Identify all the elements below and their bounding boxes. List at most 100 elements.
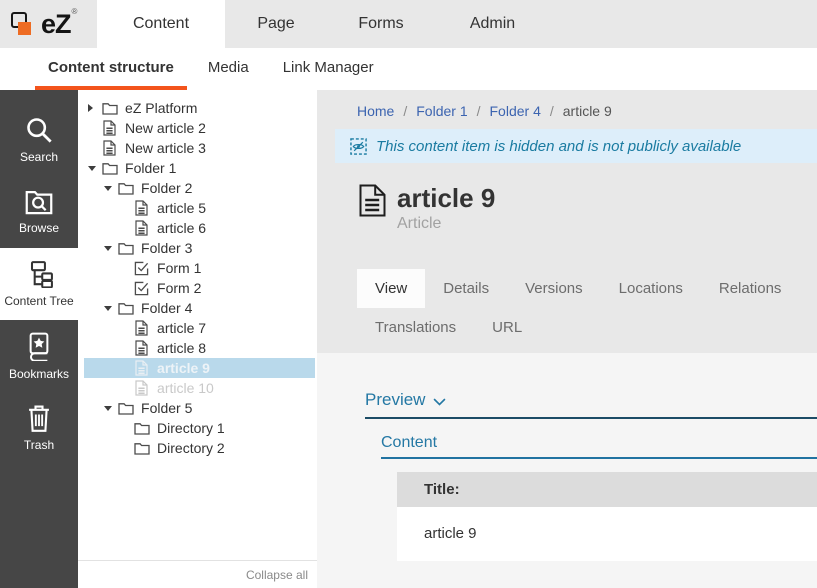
preview-label: Preview: [365, 390, 425, 410]
tree-item-folder-4[interactable]: Folder 4: [84, 298, 315, 318]
caret-down-icon[interactable]: [88, 162, 101, 175]
caret-down-icon[interactable]: [104, 242, 117, 255]
tree-item-label: Folder 2: [141, 180, 192, 196]
tree-item-article-7[interactable]: article 7: [84, 318, 315, 338]
tree-item-directory-2[interactable]: Directory 2: [84, 438, 315, 458]
tab-translations[interactable]: Translations: [357, 308, 474, 347]
tree-item-folder-1[interactable]: Folder 1: [84, 158, 315, 178]
tab-url[interactable]: URL: [474, 308, 540, 347]
content-tabs: ViewDetailsVersionsLocationsRelations Tra…: [357, 269, 817, 347]
article-icon: [133, 220, 150, 236]
nav-tab-page[interactable]: Page: [225, 0, 327, 48]
tab-view[interactable]: View: [357, 269, 425, 308]
logo-text: eZ: [41, 11, 71, 38]
tree-footer: Collapse all: [78, 560, 317, 588]
field-table: Title: article 9: [397, 472, 817, 561]
collapse-all-button[interactable]: Collapse all: [246, 568, 308, 582]
sidebar-item-browse[interactable]: Browse: [0, 176, 78, 248]
main-panel: Home / Folder 1 / Folder 4 / article 9 This co…: [317, 90, 817, 588]
article-icon: [101, 140, 118, 156]
caret-right-icon[interactable]: [88, 104, 101, 112]
tree-item-article-10[interactable]: article 10: [84, 378, 315, 398]
sub-nav: Content structureMediaLink Manager: [0, 48, 817, 90]
tree-item-directory-1[interactable]: Directory 1: [84, 418, 315, 438]
folder-icon: [133, 442, 150, 455]
folder-icon: [117, 302, 134, 315]
trash-icon: [26, 404, 52, 432]
article-icon: [133, 200, 150, 216]
chevron-down-icon: [433, 398, 446, 406]
preview-section-header[interactable]: Preview: [365, 390, 817, 419]
page-title: article 9: [397, 184, 495, 212]
article-icon: [133, 320, 150, 336]
sub-tab-content-structure[interactable]: Content structure: [35, 48, 187, 90]
browse-icon: [25, 189, 53, 215]
tree-item-label: article 5: [157, 200, 206, 216]
content-group-label: Content: [381, 434, 437, 451]
tree-item-label: Folder 3: [141, 240, 192, 256]
tree-item-article-6[interactable]: article 6: [84, 218, 315, 238]
logo-orange-square: [18, 22, 31, 35]
field-value-cell: article 9: [397, 507, 817, 561]
nav-tab-content[interactable]: Content: [97, 0, 225, 48]
breadcrumb-separator: /: [550, 103, 554, 119]
tree-item-new-article-2[interactable]: New article 2: [84, 118, 315, 138]
sidebar-item-search[interactable]: Search: [0, 104, 78, 176]
hidden-content-notice: This content item is hidden and is not p…: [335, 129, 817, 163]
tab-relations[interactable]: Relations: [701, 269, 800, 308]
tree-item-folder-2[interactable]: Folder 2: [84, 178, 315, 198]
sidebar-item-content-tree[interactable]: Content Tree: [0, 248, 78, 320]
sub-tab-media[interactable]: Media: [195, 48, 262, 90]
folder-icon: [117, 402, 134, 415]
sidebar-item-label: Trash: [24, 438, 54, 452]
tab-versions[interactable]: Versions: [507, 269, 601, 308]
tree-item-form-2[interactable]: Form 2: [84, 278, 315, 298]
caret-down-icon[interactable]: [104, 182, 117, 195]
tree-item-label: Form 2: [157, 280, 201, 296]
sidebar-item-trash[interactable]: Trash: [0, 392, 78, 464]
tree-item-ez-platform[interactable]: eZ Platform: [84, 98, 315, 118]
caret-down-icon[interactable]: [104, 302, 117, 315]
sidebar-item-label: Search: [20, 150, 58, 164]
tree-item-folder-3[interactable]: Folder 3: [84, 238, 315, 258]
nav-tab-admin[interactable]: Admin: [435, 0, 550, 48]
sub-tab-link-manager[interactable]: Link Manager: [270, 48, 387, 90]
breadcrumb-folder-1[interactable]: Folder 1: [416, 103, 467, 119]
tree-item-new-article-3[interactable]: New article 3: [84, 138, 315, 158]
tree-item-form-1[interactable]: Form 1: [84, 258, 315, 278]
hidden-eye-icon: [350, 138, 367, 155]
article-icon: [101, 120, 118, 136]
nav-tab-forms[interactable]: Forms: [327, 0, 435, 48]
form-icon: [133, 261, 150, 276]
form-icon: [133, 281, 150, 296]
content-group-header: Content: [381, 434, 817, 459]
icon-sidebar: Search Browse Content TreeBookmarks Trash: [0, 90, 78, 588]
tree-item-article-5[interactable]: article 5: [84, 198, 315, 218]
ez-logo[interactable]: eZ ®: [0, 0, 97, 48]
content-header-area: Home / Folder 1 / Folder 4 / article 9 This co…: [317, 90, 817, 353]
tree-item-label: article 7: [157, 320, 206, 336]
sidebar-item-bookmarks[interactable]: Bookmarks: [0, 320, 78, 392]
tree-item-article-9[interactable]: article 9: [84, 358, 315, 378]
tab-details[interactable]: Details: [425, 269, 507, 308]
tree-item-label: article 9: [157, 360, 210, 376]
tree-item-label: article 6: [157, 220, 206, 236]
tree-item-folder-5[interactable]: Folder 5: [84, 398, 315, 418]
caret-down-icon[interactable]: [104, 402, 117, 415]
sidebar-item-label: Browse: [19, 221, 59, 235]
breadcrumb-folder-4[interactable]: Folder 4: [490, 103, 541, 119]
tree-item-article-8[interactable]: article 8: [84, 338, 315, 358]
breadcrumb-separator: /: [403, 103, 407, 119]
breadcrumb-home[interactable]: Home: [357, 103, 394, 119]
folder-icon: [117, 182, 134, 195]
breadcrumb: Home/Folder 1/Folder 4/article 9: [317, 90, 817, 119]
tab-locations[interactable]: Locations: [601, 269, 701, 308]
breadcrumb-separator: /: [477, 103, 481, 119]
main-nav: ContentPageFormsAdmin: [97, 0, 550, 48]
tree-item-label: Folder 5: [141, 400, 192, 416]
search-icon: [25, 116, 53, 144]
tree-item-label: Directory 2: [157, 440, 225, 456]
article-icon: [133, 340, 150, 356]
tree-item-label: article 8: [157, 340, 206, 356]
field-name-header: Title:: [397, 472, 817, 507]
